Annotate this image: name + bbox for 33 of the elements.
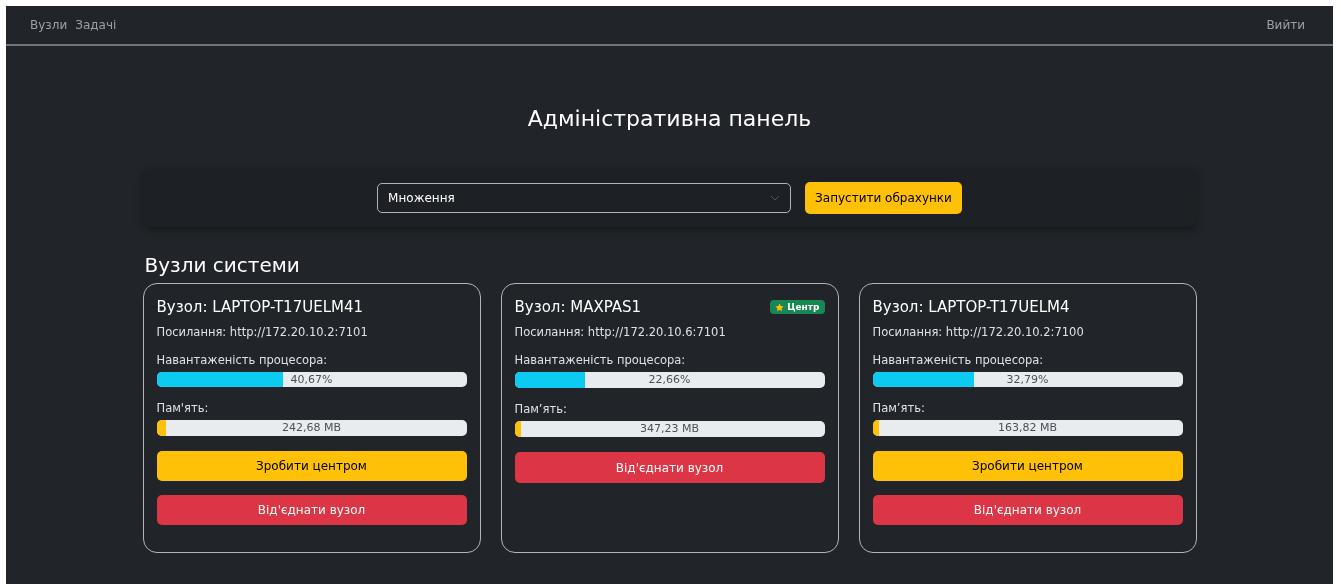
node-title: Вузол: LAPTOP-T17UELM41: [156, 298, 364, 316]
node-url: Посилання: http://172.20.10.2:7100: [872, 325, 1085, 339]
cpu-label: Навантаженість процесора:: [872, 353, 1045, 367]
cpu-label: Навантаженість процесора:: [156, 353, 329, 367]
star-icon: [775, 302, 785, 312]
node-title: Вузол: LAPTOP-T17UELM4: [872, 298, 1070, 316]
memory-label: Пам'ять:: [156, 401, 210, 416]
memory-reading: 347,23 MB: [639, 421, 700, 437]
memory-label: Пам’ять:: [872, 401, 926, 416]
nav-link[interactable]: Задачі: [75, 18, 117, 32]
memory-reading: 242,68 MB: [281, 420, 342, 436]
page-title: Адміністративна панель: [526, 106, 813, 131]
make-center-button[interactable]: Зробити центром: [156, 450, 467, 481]
logout-link[interactable]: Вийти: [1266, 18, 1305, 32]
disconnect-button[interactable]: Від'єднати вузол: [872, 494, 1183, 525]
node-title: Вузол: MAXPAS1: [514, 298, 642, 316]
task-select[interactable]: Множення: [377, 183, 792, 213]
node-url: Посилання: http://172.20.10.6:7101: [514, 325, 727, 339]
nav-link[interactable]: Вузли: [30, 18, 68, 32]
disconnect-button[interactable]: Від'єднати вузол: [156, 494, 467, 525]
node-url: Посилання: http://172.20.10.2:7101: [156, 325, 369, 339]
memory-label: Пам’ять:: [514, 402, 568, 416]
cpu-label: Навантаженість процесора:: [514, 353, 687, 367]
run-button[interactable]: Запустити обрахунки: [805, 182, 962, 214]
memory-reading: 163,82 MB: [997, 420, 1058, 436]
make-center-button[interactable]: Зробити центром: [872, 450, 1183, 481]
cpu-reading: 32,79%: [1005, 372, 1050, 388]
disconnect-button[interactable]: Від'єднати вузол: [514, 452, 825, 483]
chevron-icon: [770, 195, 781, 201]
cpu-reading: 22,66%: [647, 372, 692, 388]
center-badge: Центр: [770, 300, 825, 314]
cpu-reading: 40,67%: [289, 372, 334, 388]
section-heading: Вузли системи: [144, 253, 301, 277]
